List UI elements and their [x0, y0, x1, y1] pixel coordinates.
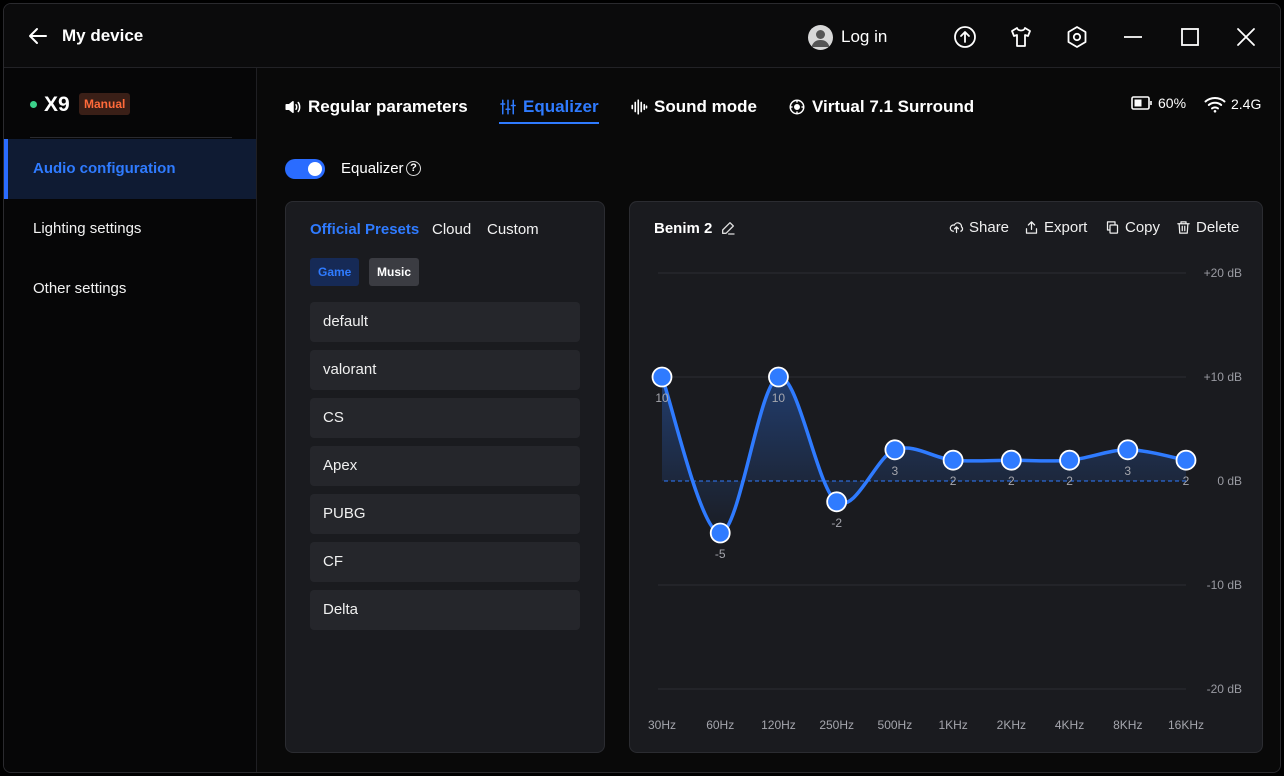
waveform-icon [631, 99, 648, 115]
eq-band-handle[interactable] [942, 449, 964, 471]
eq-value-label: 2 [1008, 474, 1015, 488]
main-content: Regular parameters Equalizer Sound mode … [257, 68, 1280, 772]
battery-icon [1131, 96, 1152, 110]
preset-item-cf[interactable]: CF [310, 542, 580, 582]
sidebar-divider [30, 137, 232, 138]
x-tick-label: 60Hz [706, 718, 734, 732]
eq-value-label: 10 [772, 391, 786, 405]
eq-value-label: -2 [831, 516, 842, 530]
sidebar: X9 Manual Audio configuration Lighting s… [4, 68, 257, 772]
wifi-icon [1204, 96, 1226, 113]
speaker-icon [285, 101, 301, 113]
x-tick-label: 500Hz [878, 718, 913, 732]
eq-band-handle[interactable] [1117, 439, 1139, 461]
login-button[interactable]: Log in [808, 24, 887, 50]
preset-item-default[interactable]: default [310, 302, 580, 342]
upload-circle-icon[interactable] [953, 25, 977, 49]
eq-band-handle[interactable] [1059, 449, 1080, 471]
x-tick-label: 250Hz [819, 718, 854, 732]
device-mode-badge: Manual [79, 93, 131, 115]
category-game[interactable]: Game [310, 258, 360, 286]
close-icon[interactable] [1234, 25, 1258, 49]
equalizer-label: Equalizer [341, 160, 404, 177]
x-tick-label: 2KHz [997, 718, 1026, 732]
app-window: My device Log in X9 Manual Audio configu… [3, 3, 1281, 773]
y-tick-label: -10 dB [1207, 578, 1242, 592]
back-arrow-icon[interactable] [26, 24, 50, 48]
wireless-status: 2.4G [1204, 95, 1261, 113]
surround-icon [789, 99, 805, 115]
tshirt-skin-icon[interactable] [1009, 25, 1033, 49]
tab-label: Regular parameters [308, 97, 468, 116]
tab-virtual-surround[interactable]: Virtual 7.1 Surround [788, 94, 974, 120]
eq-band-handle[interactable] [1000, 449, 1022, 471]
preset-item-delta[interactable]: Delta [310, 590, 580, 630]
preset-item-cs[interactable]: CS [310, 398, 580, 438]
category-music[interactable]: Music [369, 258, 420, 286]
y-tick-label: +10 dB [1204, 370, 1242, 384]
preset-tab-custom[interactable]: Custom [487, 221, 539, 238]
y-tick-label: +20 dB [1204, 266, 1242, 280]
toggle-knob [308, 162, 322, 176]
title-bar: My device Log in [4, 4, 1280, 68]
maximize-icon[interactable] [1178, 25, 1202, 49]
eq-value-label: -5 [715, 547, 726, 561]
presets-panel: Official Presets Cloud Custom Game Music… [285, 201, 605, 753]
tab-sound-mode[interactable]: Sound mode [630, 94, 757, 120]
eq-value-label: 10 [655, 391, 669, 405]
tab-equalizer[interactable]: Equalizer [499, 94, 599, 124]
preset-item-valorant[interactable]: valorant [310, 350, 580, 390]
login-label: Log in [841, 27, 888, 46]
tab-regular-parameters[interactable]: Regular parameters [284, 94, 468, 120]
help-icon[interactable]: ? [406, 161, 421, 176]
sidebar-item-other-settings[interactable]: Other settings [4, 259, 256, 319]
eq-value-label: 2 [1183, 474, 1190, 488]
preset-item-apex[interactable]: Apex [310, 446, 580, 486]
eq-value-label: 2 [1066, 474, 1073, 488]
preset-tab-cloud[interactable]: Cloud [432, 221, 471, 238]
eq-band-handle[interactable] [1175, 449, 1197, 471]
tab-label: Equalizer [523, 97, 599, 116]
x-tick-label: 120Hz [761, 718, 796, 732]
battery-status: 60% [1131, 95, 1186, 111]
x-tick-label: 16KHz [1168, 718, 1204, 732]
battery-level: 60% [1158, 95, 1187, 111]
equalizer-panel: Benim 2 Share Export Copy Delete +20 dB … [629, 201, 1263, 753]
eq-band-handle[interactable] [884, 439, 906, 461]
sliders-icon [500, 99, 516, 115]
minimize-icon[interactable] [1121, 25, 1145, 49]
y-tick-label: 0 dB [1217, 474, 1242, 488]
x-tick-label: 1KHz [938, 718, 967, 732]
x-tick-label: 30Hz [648, 718, 676, 732]
tab-label: Virtual 7.1 Surround [812, 97, 975, 116]
sidebar-item-audio-configuration[interactable]: Audio configuration [4, 139, 256, 199]
device-name: X9 [44, 93, 70, 116]
eq-value-label: 2 [950, 474, 957, 488]
equalizer-toggle[interactable] [285, 159, 325, 179]
preset-tab-official[interactable]: Official Presets [310, 221, 419, 238]
connection-status-dot [30, 101, 37, 108]
eq-band-handle[interactable] [768, 366, 789, 388]
x-tick-label: 8KHz [1113, 718, 1142, 732]
eq-value-label: 3 [892, 464, 899, 478]
settings-hexagon-icon[interactable] [1065, 25, 1089, 49]
eq-band-handle[interactable] [709, 522, 731, 544]
page-title: My device [62, 26, 144, 45]
wireless-mode: 2.4G [1231, 96, 1262, 112]
eq-area [662, 376, 1186, 533]
eq-band-handle[interactable] [826, 491, 848, 513]
preset-item-pubg[interactable]: PUBG [310, 494, 580, 534]
y-tick-label: -20 dB [1207, 682, 1242, 696]
sidebar-item-lighting-settings[interactable]: Lighting settings [4, 199, 256, 259]
eq-band-handle[interactable] [651, 366, 673, 388]
tab-label: Sound mode [654, 97, 757, 116]
eq-value-label: 3 [1124, 464, 1131, 478]
equalizer-chart[interactable]: +20 dB +10 dB 0 dB -10 dB -20 dB 10 30Hz -5 60Hz… [630, 202, 1264, 754]
avatar-icon [808, 24, 833, 50]
x-tick-label: 4KHz [1055, 718, 1084, 732]
